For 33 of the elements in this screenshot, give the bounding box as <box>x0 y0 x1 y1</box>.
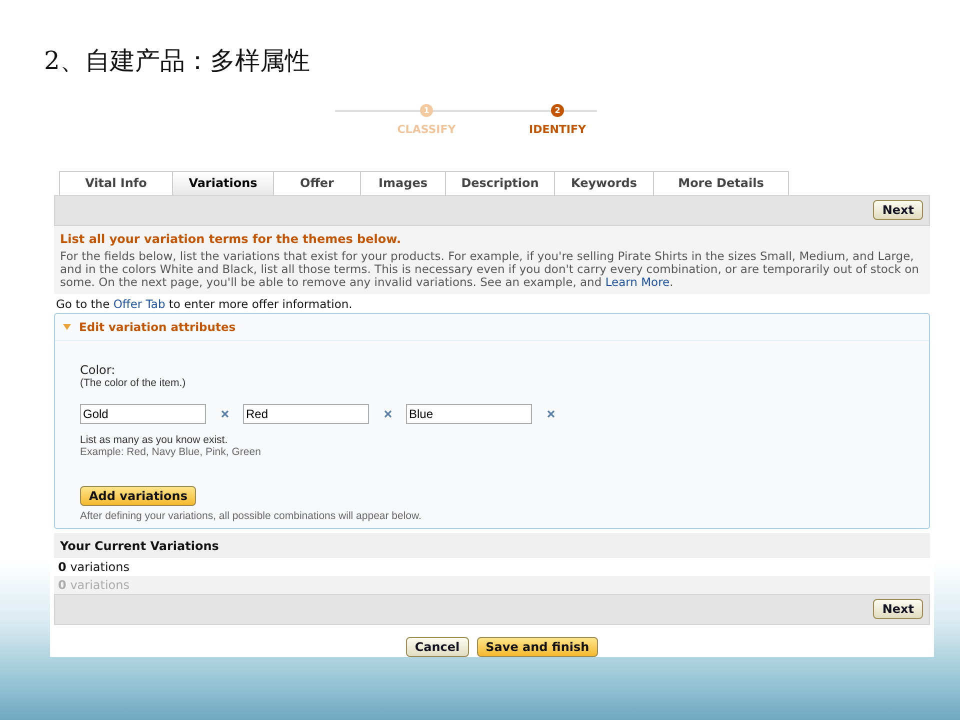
note-text: After defining your variations, all possible combinations will appear below. <box>80 510 422 522</box>
tab[interactable]: Vital Info <box>59 170 173 195</box>
next-button[interactable]: Next <box>873 599 923 620</box>
tab[interactable]: More Details <box>653 170 789 195</box>
attribute-label: Color: <box>80 362 116 377</box>
step-label: IDENTIFY <box>528 123 586 136</box>
input-field[interactable]: Red <box>243 404 369 424</box>
add-variations-button[interactable]: Add variations <box>80 486 196 506</box>
step-number: 1 <box>420 104 433 117</box>
intro-heading: List all your variation terms for the themes below. <box>60 232 402 246</box>
input-field[interactable]: Blue <box>406 404 532 424</box>
triangle-icon[interactable] <box>63 324 71 330</box>
step-label: CLASSIFY <box>397 123 456 136</box>
learn-more-link[interactable]: Learn More <box>605 275 670 290</box>
example-text: Example: Red, Navy Blue, Pink, Green <box>80 446 262 458</box>
close-icon[interactable] <box>384 410 392 418</box>
step-number: 2 <box>551 104 564 117</box>
offer-text: Go to the Offer Tab to enter more offer information. <box>56 296 354 311</box>
save-button[interactable]: Save and finish <box>476 637 598 657</box>
next-button[interactable]: Next <box>873 200 923 220</box>
input-field[interactable]: Gold <box>80 404 206 424</box>
variation-count: 0 variations <box>54 576 930 594</box>
cancel-button[interactable]: Cancel <box>406 637 469 657</box>
offer-tab-link[interactable]: Offer Tab <box>113 296 166 311</box>
intro-text: For the fields below, list the variations that exist for your products. For example, if you're selling Pirate Shirts in the sizes Small, Medium, and Large, and in the colors White and Black, list all those terms. This is necessary even if you don't carry every combination, or are temporarily out of stock on some. On the next page, you'll be able to remove any invalid variations. See an example, and Learn More. <box>60 250 920 290</box>
slide-title: 2、自建产品：多样属性 <box>44 45 311 77</box>
close-icon[interactable] <box>220 410 228 418</box>
attribute-hint: (The color of the item.) <box>80 376 187 389</box>
variations-heading: Your Current Variations <box>54 532 930 558</box>
help-text: List as many as you know exist. <box>80 434 229 446</box>
section-title[interactable]: Edit variation attributes <box>79 320 236 334</box>
close-icon[interactable] <box>546 410 554 418</box>
tab[interactable]: Variations <box>172 170 274 195</box>
